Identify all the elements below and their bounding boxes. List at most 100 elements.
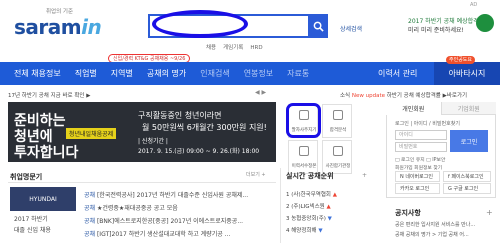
id-field[interactable]: 아이디	[395, 130, 447, 140]
tile-doc[interactable]: 이력서수정본	[288, 140, 318, 174]
notice-right[interactable]: 소식 New update 하반기 공채 예상합격률 ▶바로가기	[340, 91, 467, 99]
row-text: [BNK]에스트로지한공[중공] 2017년 이에스트로지중공...	[96, 218, 244, 225]
partner-link[interactable]: 아바타시지	[434, 62, 500, 85]
section-divider	[8, 182, 276, 183]
ranking-row[interactable]: 4 해양정희해 ▼	[286, 226, 323, 234]
rank-num: 1	[286, 192, 290, 198]
tagline: 취업의 기준	[46, 9, 74, 15]
login-button[interactable]: 로그인	[450, 130, 488, 152]
notice-item[interactable]: 공채 공채의 명가 > 기업 공채 어...	[395, 231, 469, 238]
list-item[interactable]: 공채 [IGT]2017 하반기 생산설대교대학 하고 계량기공 ...	[84, 229, 230, 238]
rank-name: (주)LIG넥스원	[291, 204, 325, 210]
annotation-scribble	[286, 103, 321, 138]
join-links[interactable]: 회원가입 회원정보 찾기	[395, 164, 442, 171]
password-field[interactable]: 비밀번호	[395, 142, 447, 152]
resume-manage-link[interactable]: 이력서 관리	[378, 68, 417, 79]
notice-item[interactable]: 공은 편리한 입사지원 서비스를 만나...	[395, 221, 475, 228]
ad-line-1[interactable]: 2017 하반기 공채 예상합격	[408, 16, 479, 25]
ranking-row[interactable]: 2 (주)LIG넥스원 ▲	[286, 202, 331, 210]
nav-item-resources[interactable]: 자료통	[287, 68, 309, 79]
logo-suffix: in	[81, 15, 102, 39]
list-item[interactable]: 공채 ★건령중★재대공중공 공고 모음	[84, 203, 178, 212]
tile-label: 합격분석	[329, 128, 347, 133]
sublink-1[interactable]: 게임기록	[223, 45, 243, 51]
login-options[interactable]: 로그인 | 아이디 / 비밀번호찾기	[395, 120, 460, 127]
row-tag: 공채	[84, 192, 96, 199]
search-sublinks: 채용 게임기록 HRD	[206, 43, 270, 51]
search-icon	[313, 21, 324, 32]
ad-tag: AD	[470, 2, 478, 8]
rank-name: (사)한국무역협회	[291, 192, 331, 198]
kakao-login[interactable]: 카카오 로그인	[395, 183, 440, 194]
saramin-logo[interactable]: saramin	[14, 15, 102, 39]
sublink-2[interactable]: HRD	[250, 45, 262, 51]
ad-line-2[interactable]: 미리 미리 준비하세요!	[408, 25, 464, 34]
row-tag: 공채	[84, 218, 96, 225]
mail-icon	[333, 146, 343, 156]
notice-more-button[interactable]: +	[486, 208, 493, 217]
rank-up-icon: ▲	[326, 204, 331, 210]
rank-down-icon: ▼	[318, 228, 323, 234]
keep-login[interactable]: □ 로그인 유지 □ IP보안	[395, 156, 445, 163]
notice-text: 하반기 공채 예상합격률 ▶바로가기	[386, 93, 468, 99]
ranking-more-button[interactable]: +	[362, 172, 367, 179]
login-tabs: 개인회원 기업회원	[386, 102, 496, 115]
company-caption-1: 2017 하반기	[14, 216, 48, 223]
rank-num: 2	[286, 204, 290, 210]
advanced-search-link[interactable]: 상세검색	[340, 24, 362, 33]
tile-mail[interactable]: 사진합기관정	[322, 140, 352, 174]
nav-item-public-recruit[interactable]: 공채의 명가	[147, 68, 186, 79]
list-item[interactable]: 공채 [BNK]에스트로지한공[중공] 2017년 이에스트로지중공...	[84, 216, 243, 225]
banner-text-3: | 신청기간 |	[138, 138, 168, 145]
naver-login[interactable]: N 네이버로그인	[395, 171, 440, 182]
banner-line-3: 투자합니다	[14, 145, 79, 161]
banner-text-1: 구직활동중인 청년이라면	[138, 111, 222, 120]
company-more-button[interactable]: 더보기 +	[246, 171, 266, 178]
annotation-scribble	[152, 10, 248, 38]
company-caption-2: 대졸 신입 채용	[14, 227, 51, 234]
banner-text-4: 2017. 9. 15.(금) 09:00 ~ 9. 26.(화) 18:00	[138, 148, 260, 155]
banner-tag: 청년내일채움공제	[66, 128, 117, 139]
ad-icon[interactable]	[476, 14, 494, 32]
search-button[interactable]	[308, 14, 328, 38]
row-text: [한국전력공사] 2017년 하반기 대졸수준 신입사원 공채제...	[96, 192, 249, 199]
rank-down-icon: ▼	[327, 216, 332, 222]
check-icon	[333, 110, 343, 120]
top-header: 취업의 기준 saramin 상세검색 채용 게임기록 HRD AD 2017 하반…	[0, 0, 500, 68]
sublink-0[interactable]: 채용	[206, 45, 216, 51]
list-item[interactable]: 공채 [한국전력공사] 2017년 하반기 대졸수준 신입사원 공채제...	[84, 190, 248, 199]
ranking-row[interactable]: 1 (사)한국무역협회 ▲	[286, 190, 337, 198]
ranking-row[interactable]: 3 농협중앙회(주) ▼	[286, 214, 332, 222]
banner-nav[interactable]: ◀ ▶	[255, 89, 266, 96]
column-divider	[280, 168, 281, 243]
tab-personal[interactable]: 개인회원	[386, 102, 441, 115]
tile-check[interactable]: 합격분석	[322, 104, 352, 138]
google-login[interactable]: G 구글 로그인	[443, 183, 491, 194]
rank-up-icon: ▲	[332, 192, 337, 198]
company-section-title: 취업명문기	[10, 173, 43, 181]
notice-highlight: New update	[351, 93, 385, 99]
main-banner[interactable]: 준비하는 청년에 투자합니다 청년내일채움공제 구직활동중인 청년이라면 월 5…	[8, 102, 276, 162]
doc-icon	[299, 146, 309, 156]
rank-num: 3	[286, 216, 290, 222]
row-text: [IGT]2017 하반기 생산설대교대학 하고 계량기공 ...	[96, 231, 231, 238]
nav-item-salary[interactable]: 연봉정보	[244, 68, 273, 79]
main-nav: 전체 채용정보 직업별 지역별 공채의 명가 인재검색 연봉정보 자료통 이력서…	[0, 62, 500, 85]
ranking-title: 실시간 공채순위	[286, 172, 334, 180]
tile-label: 이력서수정본	[291, 164, 317, 169]
tab-company[interactable]: 기업회원	[440, 102, 496, 115]
row-tag: 공채	[84, 205, 96, 212]
rank-num: 4	[286, 228, 290, 234]
nav-item-talent-search[interactable]: 인재검색	[200, 68, 229, 79]
notice-prefix: 소식	[340, 93, 351, 99]
company-logo[interactable]: HYUNDAI	[10, 187, 76, 211]
logo-text: saram	[14, 15, 82, 39]
row-text: ★건령중★재대공중공 공고 모음	[96, 205, 178, 212]
facebook-login[interactable]: f 페이스북로그인	[443, 171, 491, 182]
rank-name: 농협중앙회(주)	[291, 216, 326, 222]
notice-title: 공지사항	[395, 209, 421, 217]
nav-item-by-job[interactable]: 직업별	[75, 68, 97, 79]
nav-item-by-region[interactable]: 지역별	[111, 68, 133, 79]
notice-left[interactable]: 17년 하반기 공채 지금 바로 확인 ▶	[8, 91, 90, 99]
nav-item-all-jobs[interactable]: 전체 채용정보	[14, 68, 61, 79]
